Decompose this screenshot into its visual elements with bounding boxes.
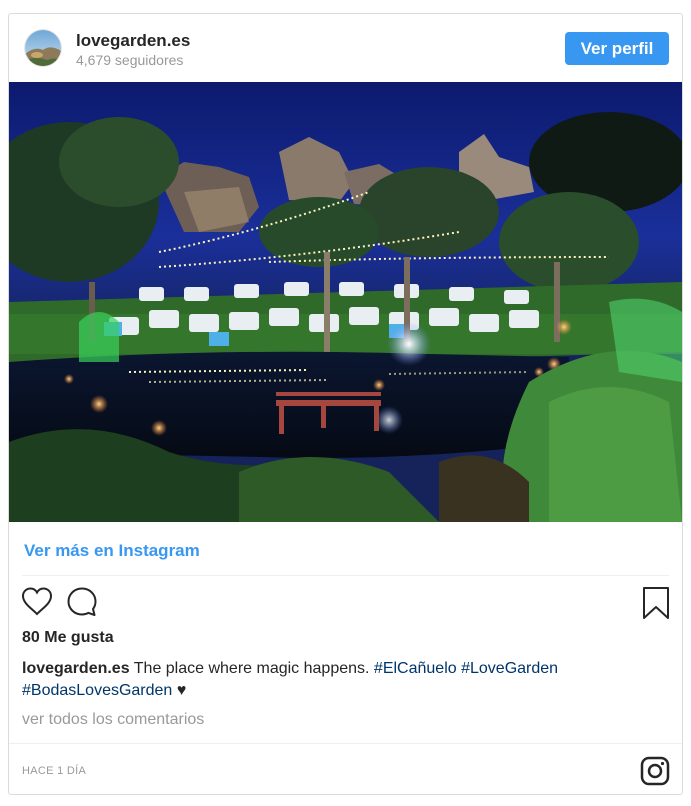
instagram-icon[interactable]: [640, 756, 670, 786]
post-header: lovegarden.es 4,679 seguidores Ver perfi…: [9, 14, 682, 82]
divider: [22, 575, 669, 576]
like-count[interactable]: 80 Me gusta: [22, 629, 114, 647]
comment-icon[interactable]: [66, 586, 98, 618]
bookmark-icon[interactable]: [642, 586, 670, 620]
post-timestamp[interactable]: HACE 1 DÍA: [22, 765, 86, 777]
view-all-comments-link[interactable]: ver todos los comentarios: [22, 711, 204, 729]
hashtag-link[interactable]: #LoveGarden: [461, 660, 558, 677]
post-caption: lovegarden.es The place where magic happ…: [22, 658, 662, 702]
hashtag-link[interactable]: #ElCañuelo: [374, 660, 457, 677]
heart-icon[interactable]: [21, 586, 53, 618]
view-profile-button[interactable]: Ver perfil: [565, 32, 669, 65]
caption-text: The place where magic happens.: [133, 660, 370, 677]
follower-count: 4,679 seguidores: [76, 52, 184, 68]
view-more-on-instagram-link[interactable]: Ver más en Instagram: [24, 541, 200, 561]
heart-emoji: ♥: [176, 682, 187, 699]
caption-username[interactable]: lovegarden.es: [22, 660, 130, 677]
avatar[interactable]: [24, 29, 62, 67]
instagram-embed-card: lovegarden.es 4,679 seguidores Ver perfi…: [8, 13, 683, 795]
post-photo[interactable]: [9, 82, 682, 522]
divider: [9, 743, 682, 744]
username[interactable]: lovegarden.es: [76, 31, 190, 51]
hashtag-link[interactable]: #BodasLovesGarden: [22, 682, 172, 699]
